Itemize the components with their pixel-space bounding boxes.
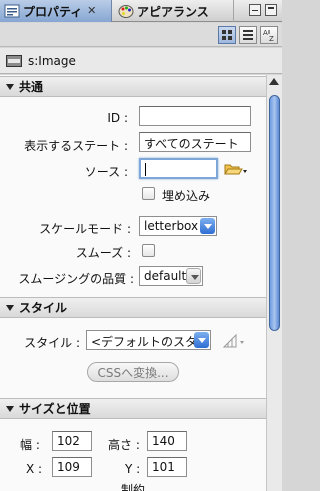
scale-mode-select[interactable]: letterbox bbox=[139, 216, 217, 236]
source-label: ソース : bbox=[84, 165, 128, 179]
svg-text:Z: Z bbox=[269, 35, 274, 43]
component-title: s:Image bbox=[28, 53, 76, 68]
scale-mode-label: スケールモード : bbox=[39, 222, 131, 236]
embed-checkbox[interactable] bbox=[142, 187, 155, 200]
collapse-triangle-icon bbox=[6, 405, 14, 412]
x-label: X : bbox=[26, 462, 43, 476]
image-component-icon bbox=[6, 54, 22, 67]
style-grid-icon bbox=[222, 333, 244, 348]
sort-az-icon: A Z bbox=[263, 29, 274, 43]
section-style-title: スタイル bbox=[19, 301, 68, 315]
collapse-triangle-icon bbox=[6, 304, 14, 311]
text-caret bbox=[145, 163, 146, 176]
vertical-scrollbar[interactable] bbox=[266, 75, 282, 491]
y-field[interactable]: 101 bbox=[147, 457, 187, 477]
tab-properties-label: プロパティ bbox=[23, 4, 83, 19]
view-toolbar: A Z bbox=[0, 23, 282, 47]
scroll-up-arrow-icon[interactable] bbox=[269, 78, 279, 85]
id-label: ID : bbox=[107, 111, 128, 125]
section-style-header[interactable]: スタイル bbox=[0, 297, 266, 318]
tab-appearance[interactable]: アピアランス bbox=[114, 0, 234, 22]
display-state-field[interactable]: すべてのステート bbox=[139, 132, 251, 152]
style-select[interactable]: <デフォルトのスタ bbox=[86, 330, 211, 350]
grid-view-icon bbox=[222, 30, 232, 40]
minimize-button[interactable] bbox=[249, 4, 261, 16]
collapse-triangle-icon bbox=[6, 83, 14, 90]
smooth-checkbox[interactable] bbox=[142, 244, 155, 257]
style-label: スタイル : bbox=[24, 336, 80, 350]
height-label: 高さ : bbox=[108, 438, 140, 452]
style-options-button[interactable] bbox=[221, 332, 247, 350]
style-value: <デフォルトのスタ bbox=[91, 335, 198, 349]
tab-properties[interactable]: プロパティ ✕ bbox=[0, 0, 112, 22]
palette-icon bbox=[118, 3, 134, 19]
source-field[interactable] bbox=[139, 158, 218, 179]
category-view-button[interactable] bbox=[239, 26, 257, 44]
maximize-button[interactable] bbox=[265, 4, 277, 16]
browse-folder-button[interactable] bbox=[224, 161, 248, 177]
height-field[interactable]: 140 bbox=[147, 431, 187, 451]
width-field[interactable]: 102 bbox=[52, 431, 92, 451]
section-size-position-header[interactable]: サイズと位置 bbox=[0, 398, 266, 419]
properties-panel: 共通 ID : 表示するステート : すべてのステート ソース : 埋め込み ス… bbox=[0, 75, 266, 491]
convert-to-css-button[interactable]: CSSへ変換... bbox=[87, 362, 179, 382]
alphabetical-view-button[interactable]: A Z bbox=[260, 26, 278, 44]
tab-appearance-label: アピアランス bbox=[137, 4, 209, 19]
standard-view-button[interactable] bbox=[218, 26, 236, 44]
folder-icon bbox=[224, 164, 247, 175]
embed-label: 埋め込み bbox=[162, 189, 211, 203]
width-label: 幅 : bbox=[20, 438, 40, 452]
id-field[interactable] bbox=[139, 106, 251, 126]
scale-mode-value: letterbox bbox=[144, 219, 199, 233]
smoothing-quality-label: スムージングの品質 : bbox=[18, 272, 134, 286]
properties-icon bbox=[4, 3, 20, 19]
svg-text:A: A bbox=[263, 29, 268, 37]
dropdown-arrow-icon bbox=[194, 332, 209, 348]
smoothing-quality-value: default bbox=[144, 269, 187, 283]
section-common-header[interactable]: 共通 bbox=[0, 76, 266, 97]
section-common-title: 共通 bbox=[19, 80, 44, 94]
smooth-label: スムーズ : bbox=[75, 246, 131, 260]
section-size-position-title: サイズと位置 bbox=[19, 402, 91, 416]
display-state-label: 表示するステート : bbox=[24, 139, 128, 153]
list-view-icon bbox=[243, 30, 253, 40]
dropdown-arrow-icon bbox=[200, 218, 215, 234]
x-field[interactable]: 109 bbox=[52, 457, 92, 477]
close-tab-icon[interactable]: ✕ bbox=[86, 5, 97, 17]
component-header: s:Image bbox=[0, 48, 282, 74]
dropdown-arrow-icon bbox=[186, 268, 201, 284]
y-label: Y : bbox=[125, 462, 141, 476]
constraints-label: 制約 bbox=[121, 483, 146, 491]
smoothing-quality-select[interactable]: default bbox=[139, 266, 203, 286]
scrollbar-thumb[interactable] bbox=[269, 95, 280, 331]
view-tab-bar: プロパティ ✕ アピアランス bbox=[0, 0, 282, 22]
